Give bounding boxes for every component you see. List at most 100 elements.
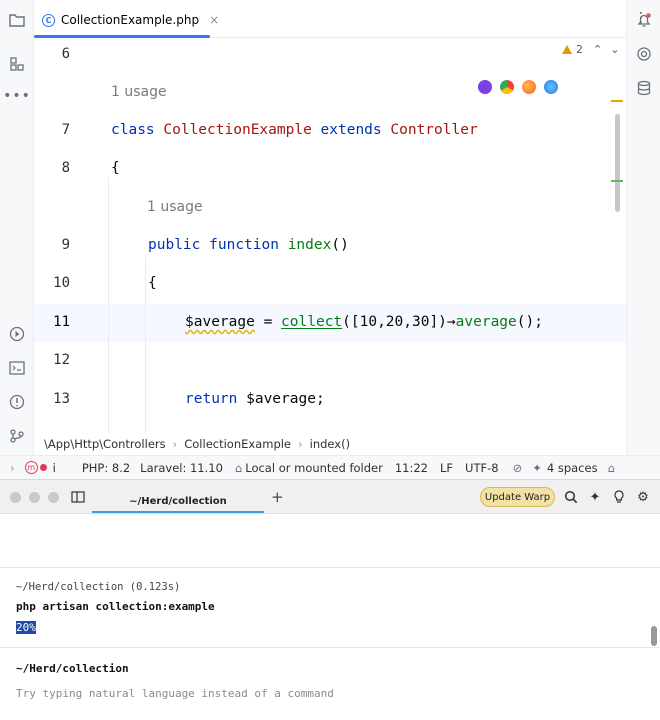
- sidebar-icon[interactable]: [70, 489, 86, 505]
- breadcrumb-namespace[interactable]: \App\Http\Controllers: [44, 437, 166, 451]
- block-output[interactable]: 20%: [16, 621, 36, 634]
- line-number: 9: [61, 237, 70, 253]
- token: class: [111, 122, 155, 138]
- right-tool-strip: [626, 0, 660, 455]
- token: →: [446, 314, 456, 330]
- phpstorm-icon[interactable]: [478, 80, 492, 94]
- structure-icon[interactable]: [7, 54, 27, 74]
- token: index: [287, 237, 332, 253]
- breadcrumb: \App\Http\Controllers › CollectionExampl…: [34, 433, 626, 455]
- line-number: 13: [53, 391, 70, 407]
- line-number: 8: [61, 160, 70, 176]
- chrome-icon[interactable]: [500, 80, 514, 94]
- breadcrumb-separator: ›: [298, 437, 303, 451]
- terminal-scrollbar[interactable]: [651, 626, 657, 646]
- terminal-window: ~/Herd/collection + Update Warp ✦ ⚙ ~/He…: [0, 480, 660, 720]
- terminal-icon[interactable]: [7, 358, 27, 378]
- close-window-button[interactable]: [10, 492, 21, 503]
- token: collect: [281, 314, 343, 330]
- git-icon[interactable]: [7, 426, 27, 446]
- token: (): [331, 237, 349, 253]
- token: public: [148, 237, 201, 253]
- token: ([10,20,30]): [342, 314, 447, 330]
- left-tool-strip: •••: [0, 0, 34, 455]
- home-icon: ⌂: [234, 460, 243, 475]
- browser-preview-icons: [478, 80, 558, 94]
- database-icon[interactable]: [634, 78, 654, 98]
- code-line-9: public function index(): [148, 237, 349, 253]
- token: extends: [320, 122, 382, 138]
- lightbulb-icon[interactable]: [611, 489, 627, 505]
- update-warp-button[interactable]: Update Warp: [480, 487, 555, 507]
- mode-indicator[interactable]: i: [53, 461, 56, 475]
- terminal-tab-indicator: [92, 511, 264, 513]
- safari-icon[interactable]: [544, 80, 558, 94]
- token: ();: [516, 314, 543, 330]
- ide-window: ••• C CollectionExample.php × ⋮ 6 7 8 9 …: [0, 0, 660, 480]
- problems-icon[interactable]: [7, 392, 27, 412]
- token: CollectionExample: [163, 122, 312, 138]
- firefox-icon[interactable]: [522, 80, 536, 94]
- usage-inlay-hint[interactable]: 1 usage: [111, 84, 167, 100]
- token: function: [209, 237, 279, 253]
- token: $average;: [237, 391, 325, 407]
- block-header: ~/Herd/collection (0.123s): [16, 581, 181, 593]
- expand-icon[interactable]: ›: [10, 461, 15, 475]
- ai-assistant-icon[interactable]: [634, 44, 654, 64]
- zoom-window-button[interactable]: [48, 492, 59, 503]
- command-block[interactable]: ~/Herd/collection (0.123s) php artisan c…: [0, 568, 660, 648]
- line-number-gutter: 6 7 8 9 10 11 12 13: [34, 38, 106, 433]
- warning-icon: [562, 45, 572, 54]
- more-tools-icon[interactable]: •••: [3, 86, 30, 106]
- inspection-widget[interactable]: 2 ⌃ ⌄: [562, 43, 619, 56]
- indent-guide: [145, 257, 146, 433]
- indent-guide: [108, 178, 109, 433]
- chevron-up-icon[interactable]: ⌃: [593, 43, 602, 56]
- line-number: 10: [53, 275, 70, 291]
- line-number: 11: [53, 314, 70, 330]
- no-ai-icon[interactable]: ⊘: [513, 461, 523, 475]
- php-version[interactable]: PHP: 8.2: [82, 461, 130, 475]
- new-tab-icon[interactable]: +: [271, 488, 284, 506]
- chevron-down-icon[interactable]: ⌄: [610, 43, 619, 56]
- minimize-window-button[interactable]: [29, 492, 40, 503]
- code-line-11: $average = collect([10,20,30])→average()…: [185, 314, 543, 330]
- line-separator[interactable]: LF: [440, 461, 453, 475]
- code-editor[interactable]: 6 7 8 9 10 11 12 13 2 ⌃ ⌄ 1 usage class …: [34, 38, 626, 433]
- usage-inlay-hint[interactable]: 1 usage: [147, 199, 203, 215]
- terminal-titlebar: ~/Herd/collection + Update Warp ✦ ⚙: [0, 480, 660, 514]
- tab-close-icon[interactable]: ×: [209, 13, 219, 27]
- prompt-path: ~/Herd/collection: [16, 662, 129, 675]
- file-encoding[interactable]: UTF-8: [465, 461, 499, 475]
- token: return: [185, 391, 238, 407]
- command-input[interactable]: Try typing natural language instead of a…: [16, 687, 334, 700]
- warning-count: 2: [576, 43, 583, 56]
- line-number: 7: [61, 122, 70, 138]
- selected-output[interactable]: 20%: [16, 621, 36, 634]
- run-icon[interactable]: [7, 324, 27, 344]
- project-folder-icon[interactable]: [7, 10, 27, 30]
- breadcrumb-method[interactable]: index(): [310, 437, 350, 451]
- laravel-version[interactable]: Laravel: 11.10: [140, 461, 223, 475]
- deployment-target[interactable]: Local or mounted folder: [245, 461, 383, 475]
- tab-options-icon[interactable]: ⋮: [634, 11, 648, 25]
- code-line-13: return $average;: [185, 391, 325, 407]
- breadcrumb-separator: ›: [172, 437, 178, 451]
- ai-sparkle-icon[interactable]: ✦: [587, 489, 603, 505]
- empty-block: [0, 514, 660, 568]
- status-bar: › m i PHP: 8.2 Laravel: 11.10 ⌂ Local or…: [0, 455, 660, 479]
- settings-gear-icon[interactable]: ⚙: [635, 489, 651, 505]
- search-icon[interactable]: [563, 489, 579, 505]
- ai-icon[interactable]: ✦: [532, 461, 542, 475]
- caret-position[interactable]: 11:22: [395, 461, 428, 475]
- indent-setting[interactable]: 4 spaces: [547, 461, 598, 475]
- code-line-10: {: [148, 275, 157, 291]
- lock-icon[interactable]: ⌂: [608, 461, 615, 475]
- tab-collection-example[interactable]: C CollectionExample.php ×: [42, 6, 219, 34]
- laravel-idea-icon[interactable]: m: [24, 461, 38, 474]
- tab-label: CollectionExample.php: [61, 13, 200, 27]
- editor-scrollbar[interactable]: [615, 114, 620, 212]
- breadcrumb-class[interactable]: CollectionExample: [184, 437, 291, 451]
- code-line-8: {: [111, 160, 120, 176]
- token: Controller: [390, 122, 478, 138]
